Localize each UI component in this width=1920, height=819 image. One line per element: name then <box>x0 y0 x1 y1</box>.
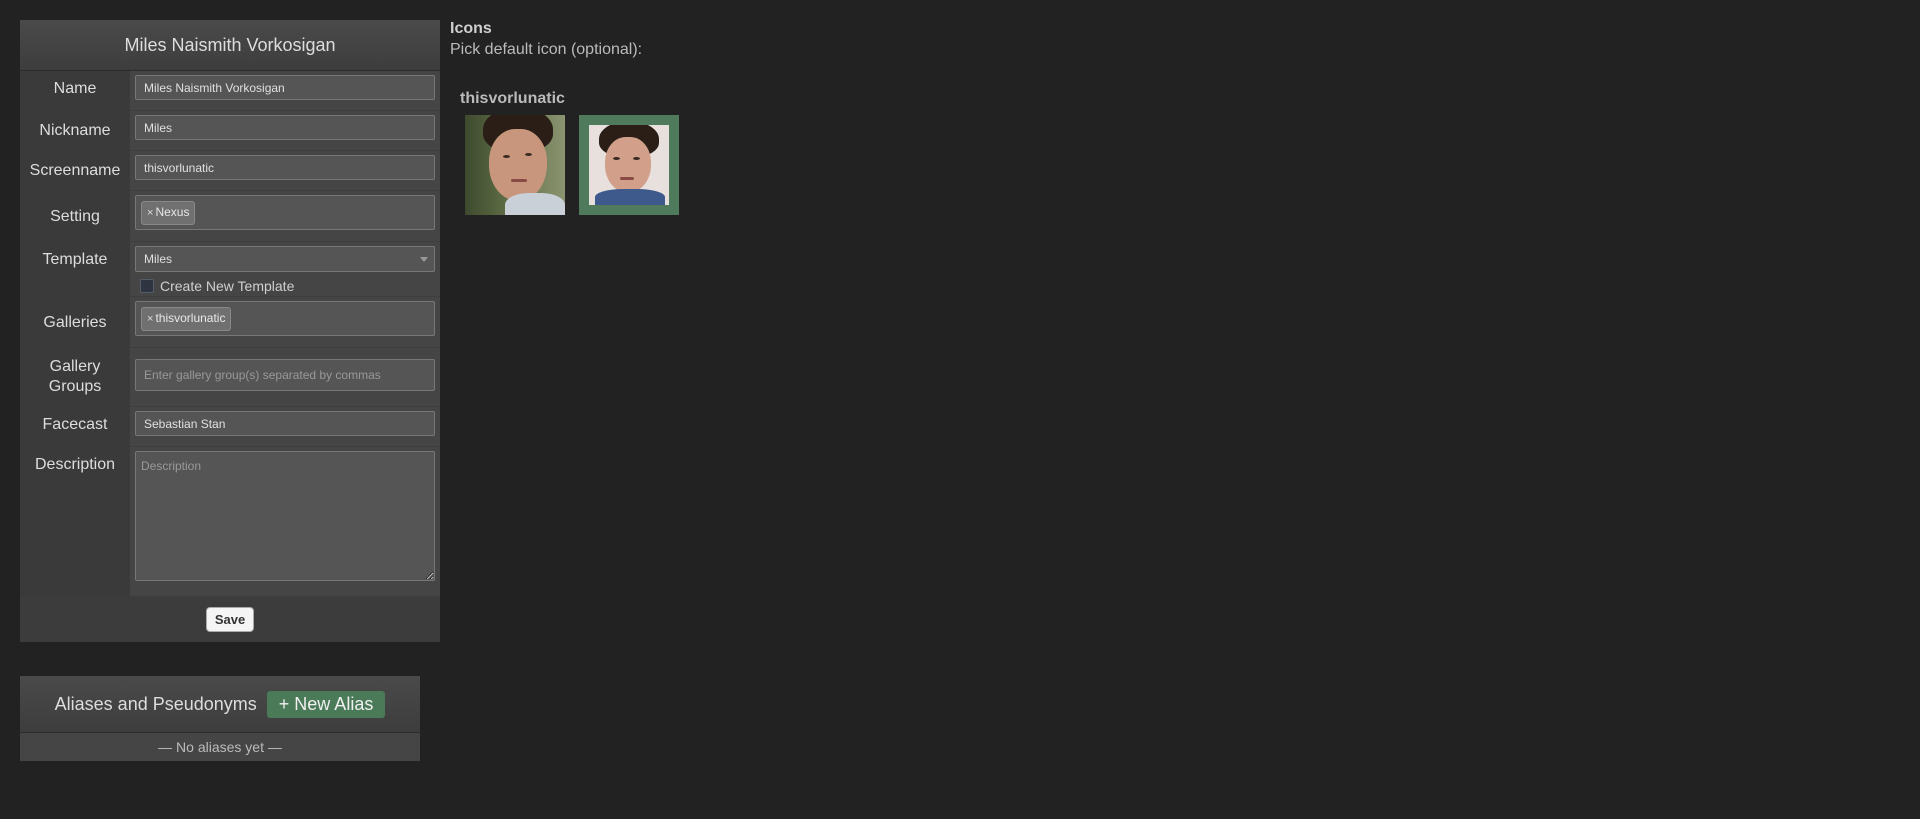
character-form: Miles Naismith Vorkosigan Name Nickname … <box>20 20 440 642</box>
template-select[interactable]: Miles <box>135 246 435 272</box>
new-alias-button[interactable]: + New Alias <box>266 690 386 718</box>
icons-section: Icons Pick default icon (optional): this… <box>450 20 679 215</box>
create-template-row: Create New Template <box>135 278 435 294</box>
facecast-label: Facecast <box>20 407 130 447</box>
gallery-groups-label: Gallery Groups <box>20 348 130 407</box>
character-title: Miles Naismith Vorkosigan <box>20 20 440 71</box>
nickname-row: Nickname <box>20 111 440 151</box>
gallery-groups-input[interactable] <box>135 359 435 391</box>
aliases-panel: Aliases and Pseudonyms + New Alias — No … <box>20 676 420 761</box>
icons-subheading: Pick default icon (optional): <box>450 41 643 58</box>
galleries-tag-input[interactable]: × thisvorlunatic <box>135 301 435 336</box>
icon-option-2[interactable] <box>579 115 679 215</box>
chevron-down-icon <box>420 257 428 262</box>
screenname-row: Screenname <box>20 151 440 191</box>
setting-tag-input[interactable]: × Nexus <box>135 195 435 230</box>
icons-heading: Icons <box>450 20 492 37</box>
facecast-row: Facecast <box>20 407 440 447</box>
screenname-input[interactable] <box>135 155 435 180</box>
gallery-groups-row: Gallery Groups <box>20 348 440 407</box>
no-aliases-text: — No aliases yet — <box>20 733 420 761</box>
facecast-input[interactable] <box>135 411 435 436</box>
template-row: Template Miles Create New Template <box>20 242 440 297</box>
setting-label: Setting <box>20 191 130 242</box>
screenname-label: Screenname <box>20 151 130 191</box>
setting-row: Setting × Nexus <box>20 191 440 242</box>
gallery-name: thisvorlunatic <box>460 90 565 107</box>
setting-tag: × Nexus <box>141 201 196 225</box>
galleries-label: Galleries <box>20 297 130 348</box>
nickname-input[interactable] <box>135 115 435 140</box>
nickname-label: Nickname <box>20 111 130 151</box>
gallery-tag: × thisvorlunatic <box>141 307 232 331</box>
description-label: Description <box>20 447 130 597</box>
save-button[interactable]: Save <box>205 607 255 632</box>
aliases-header: Aliases and Pseudonyms + New Alias <box>20 676 420 733</box>
create-template-label: Create New Template <box>160 278 295 294</box>
name-label: Name <box>20 71 130 111</box>
portrait-image <box>589 125 669 205</box>
aliases-title: Aliases and Pseudonyms <box>54 693 257 714</box>
description-row: Description <box>20 447 440 597</box>
template-label: Template <box>20 242 130 297</box>
tag-remove-icon[interactable]: × <box>147 313 153 325</box>
create-template-checkbox[interactable] <box>140 279 154 293</box>
icon-option-1[interactable] <box>465 115 565 215</box>
form-footer: Save <box>20 597 440 642</box>
galleries-row: Galleries × thisvorlunatic <box>20 297 440 348</box>
name-row: Name <box>20 71 440 111</box>
portrait-image <box>465 115 565 215</box>
tag-remove-icon[interactable]: × <box>147 207 153 219</box>
name-input[interactable] <box>135 75 435 100</box>
description-textarea[interactable] <box>135 451 435 581</box>
